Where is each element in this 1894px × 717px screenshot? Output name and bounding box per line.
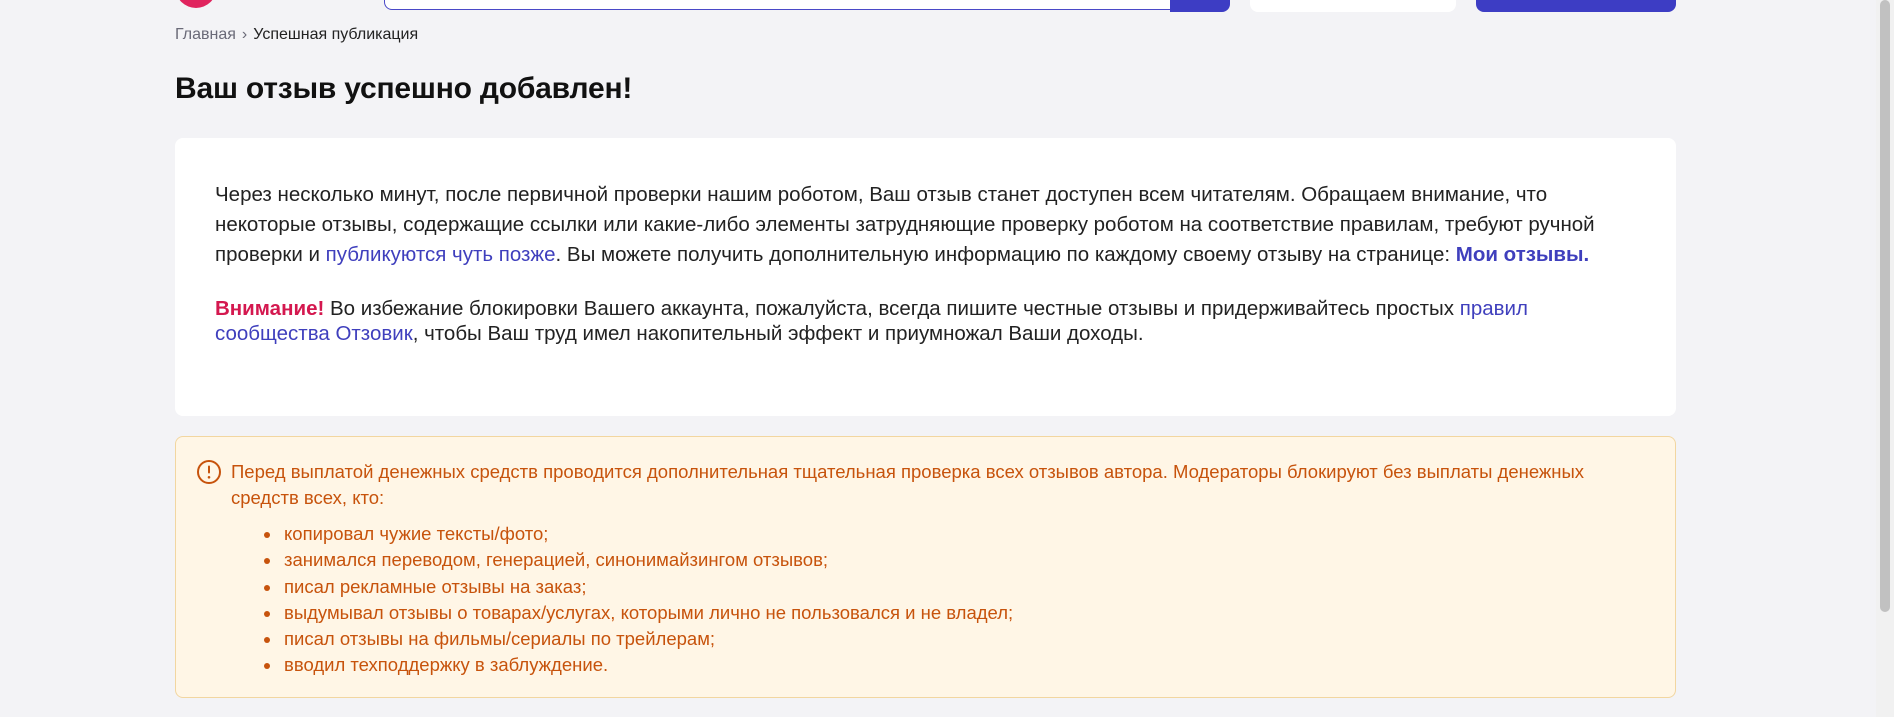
search-input[interactable]	[384, 0, 1172, 10]
search-button[interactable]	[1170, 0, 1230, 12]
warning-list-item: вводил техподдержку в заблуждение.	[282, 652, 1013, 678]
breadcrumb-home-link[interactable]: Главная	[175, 26, 236, 43]
warning-text: Перед выплатой денежных средств проводит…	[231, 461, 1585, 508]
warning-list-item: копировал чужие тексты/фото;	[282, 521, 1013, 547]
notice-paragraph-2: Внимание! Во избежание блокировки Вашего…	[215, 296, 1635, 346]
warning-list: копировал чужие тексты/фото; занимался п…	[260, 521, 1013, 679]
notice-text: , чтобы Ваш труд имел накопительный эффе…	[412, 322, 1144, 345]
attention-label: Внимание!	[215, 297, 325, 320]
warning-list-item: выдумывал отзывы о товарах/услугах, кото…	[282, 600, 1013, 626]
header-widget[interactable]	[1250, 0, 1456, 12]
scrollbar-thumb[interactable]	[1880, 0, 1890, 612]
warning-list-item: писал рекламные отзывы на заказ;	[282, 574, 1013, 600]
breadcrumb-separator: ›	[241, 26, 248, 43]
notice-paragraph-1: Через несколько минут, после первичной п…	[215, 180, 1635, 270]
notice-text: .	[1583, 243, 1590, 266]
my-reviews-link[interactable]: Мои отзывы	[1456, 243, 1584, 266]
published-later-link[interactable]: публикуются чуть позже	[326, 243, 556, 266]
notice-text: . Вы можете получить дополнительную инфо…	[555, 243, 1456, 266]
add-review-button[interactable]	[1476, 0, 1676, 12]
notice-text: Во избежание блокировки Вашего аккаунта,…	[324, 297, 1460, 320]
breadcrumb-current: Успешная публикация	[253, 26, 419, 43]
breadcrumb: Главная › Успешная публикация	[175, 26, 418, 44]
warning-list-item: занимался переводом, генерацией, синоним…	[282, 547, 1013, 573]
page-title: Ваш отзыв успешно добавлен!	[175, 72, 633, 105]
page-scrollbar[interactable]	[1876, 0, 1894, 717]
exclamation-circle-icon	[197, 460, 221, 484]
payout-warning-box: Перед выплатой денежных средств проводит…	[175, 436, 1676, 698]
success-notice-card: Через несколько минут, после первичной п…	[175, 138, 1676, 416]
site-logo[interactable]	[176, 0, 216, 8]
warning-list-item: писал отзывы на фильмы/сериалы по трейле…	[282, 626, 1013, 652]
